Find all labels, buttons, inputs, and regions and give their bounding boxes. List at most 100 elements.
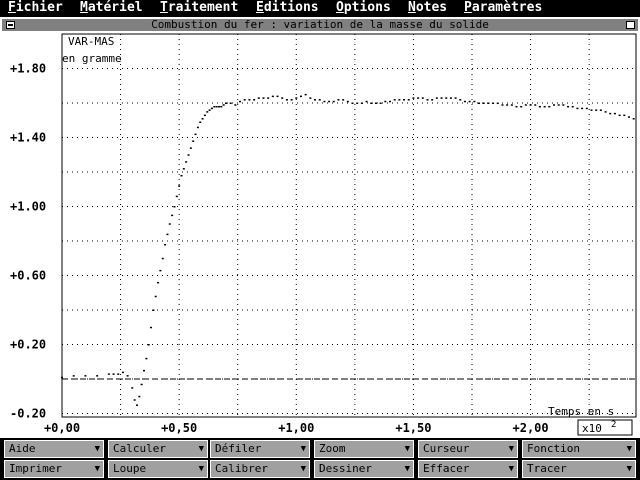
data-point bbox=[143, 369, 145, 372]
data-point bbox=[229, 102, 232, 105]
toolbar-button-dfiler[interactable]: Défiler ▼ bbox=[210, 440, 310, 458]
data-point bbox=[285, 99, 288, 101]
data-point bbox=[389, 100, 391, 103]
dropdown-arrow-icon: ▼ bbox=[300, 444, 306, 454]
data-point bbox=[543, 105, 546, 108]
plot-border bbox=[61, 33, 637, 418]
data-point bbox=[332, 100, 335, 103]
data-point bbox=[328, 100, 331, 103]
toolbar-button-imprimer[interactable]: Imprimer ▼ bbox=[4, 460, 104, 478]
data-point bbox=[157, 281, 160, 284]
data-point bbox=[225, 102, 227, 105]
data-point bbox=[72, 375, 75, 377]
dropdown-arrow-icon: ▼ bbox=[94, 464, 100, 474]
data-point bbox=[140, 383, 143, 386]
toolbar-button-calculer[interactable]: Calculer ▼ bbox=[108, 440, 208, 458]
dropdown-arrow-icon: ▼ bbox=[198, 444, 204, 454]
menu-traitement[interactable]: Traitement bbox=[160, 0, 238, 17]
data-point bbox=[506, 104, 509, 106]
data-point bbox=[538, 105, 541, 108]
data-point bbox=[590, 109, 593, 111]
menu-notes[interactable]: Notes bbox=[408, 0, 447, 17]
x-tick-label: +1,00 bbox=[278, 421, 314, 435]
data-point bbox=[548, 105, 551, 108]
data-point bbox=[138, 395, 141, 398]
data-point bbox=[403, 99, 406, 101]
data-point bbox=[454, 97, 457, 99]
data-point bbox=[248, 99, 251, 101]
data-point bbox=[374, 102, 377, 105]
data-point bbox=[253, 99, 256, 101]
data-point bbox=[299, 95, 302, 98]
data-point bbox=[318, 99, 321, 101]
data-point bbox=[117, 373, 120, 375]
y-tick-label: +1.80 bbox=[10, 62, 46, 76]
data-point bbox=[627, 116, 630, 118]
x-tick-label: +0,00 bbox=[44, 421, 80, 435]
data-point bbox=[473, 100, 476, 103]
data-point bbox=[407, 99, 410, 101]
toolbar-button-loupe[interactable]: Loupe ▼ bbox=[108, 460, 208, 478]
menu-fichier[interactable]: Fichier bbox=[8, 0, 63, 17]
toolbar-button-effacer[interactable]: Effacer ▼ bbox=[418, 460, 518, 478]
x-tick-label: +1,50 bbox=[395, 421, 431, 435]
data-point bbox=[145, 357, 148, 360]
data-point bbox=[96, 375, 99, 377]
data-point bbox=[175, 195, 178, 198]
data-point bbox=[220, 105, 223, 108]
data-point bbox=[595, 109, 598, 111]
data-point bbox=[239, 100, 242, 103]
toolbar-button-calibrer[interactable]: Calibrer ▼ bbox=[210, 460, 310, 478]
toolbar-button-zoom[interactable]: Zoom ▼ bbox=[314, 440, 414, 458]
dropdown-arrow-icon: ▼ bbox=[626, 444, 632, 454]
chart-area[interactable]: +1.80 +1.40 +1.00 +0.60 +0.20 -0.20+0,00 +0,50… bbox=[0, 17, 640, 438]
y-tick-label: +1.40 bbox=[10, 131, 46, 145]
data-point bbox=[206, 111, 209, 113]
data-point bbox=[323, 100, 326, 103]
data-point bbox=[520, 105, 523, 108]
x-tick-label: +2,00 bbox=[513, 421, 549, 435]
data-point bbox=[267, 97, 270, 99]
menu-options[interactable]: Options bbox=[336, 0, 391, 17]
x-multiplier-label: x10 bbox=[582, 422, 602, 435]
data-point bbox=[478, 102, 481, 105]
data-point bbox=[201, 118, 204, 120]
data-point bbox=[496, 102, 499, 105]
toolbar-button-curseur[interactable]: Curseur ▼ bbox=[418, 440, 518, 458]
bottom-toolbar: Aide ▼ Calculer ▼ Défiler ▼ Zoom ▼ Curseur ▼ Fonct… bbox=[0, 438, 640, 480]
toolbar-button-aide[interactable]: Aide ▼ bbox=[4, 440, 104, 458]
data-point bbox=[271, 95, 274, 98]
menu-editions[interactable]: Editions bbox=[256, 0, 319, 17]
data-point bbox=[243, 99, 246, 101]
y-tick-label: +1.00 bbox=[10, 200, 46, 214]
data-point bbox=[161, 257, 164, 260]
data-point bbox=[152, 309, 155, 312]
data-point bbox=[295, 97, 298, 99]
data-point bbox=[61, 376, 63, 379]
data-point bbox=[398, 99, 401, 101]
data-point bbox=[365, 100, 368, 103]
data-point bbox=[213, 105, 216, 108]
dropdown-arrow-icon: ▼ bbox=[626, 464, 632, 474]
data-point bbox=[440, 97, 443, 99]
data-point bbox=[553, 104, 555, 106]
menu-matriel[interactable]: Matériel bbox=[80, 0, 143, 17]
data-point bbox=[342, 99, 345, 101]
menu-paramtres[interactable]: Paramètres bbox=[464, 0, 542, 17]
data-point bbox=[487, 102, 490, 105]
toolbar-button-tracer[interactable]: Tracer ▼ bbox=[522, 460, 636, 478]
data-point bbox=[281, 97, 284, 99]
data-point bbox=[632, 118, 635, 120]
data-point bbox=[567, 105, 570, 108]
data-point bbox=[609, 112, 612, 115]
data-point bbox=[234, 104, 237, 106]
dropdown-arrow-icon: ▼ bbox=[508, 444, 514, 454]
data-point bbox=[370, 102, 373, 105]
data-point bbox=[171, 214, 174, 217]
toolbar-button-dessiner[interactable]: Dessiner ▼ bbox=[314, 460, 414, 478]
data-point bbox=[133, 399, 136, 401]
data-point bbox=[173, 206, 176, 208]
data-point bbox=[290, 99, 293, 101]
toolbar-button-fonction[interactable]: Fonction ▼ bbox=[522, 440, 636, 458]
y-tick-label: +0.20 bbox=[10, 338, 46, 352]
